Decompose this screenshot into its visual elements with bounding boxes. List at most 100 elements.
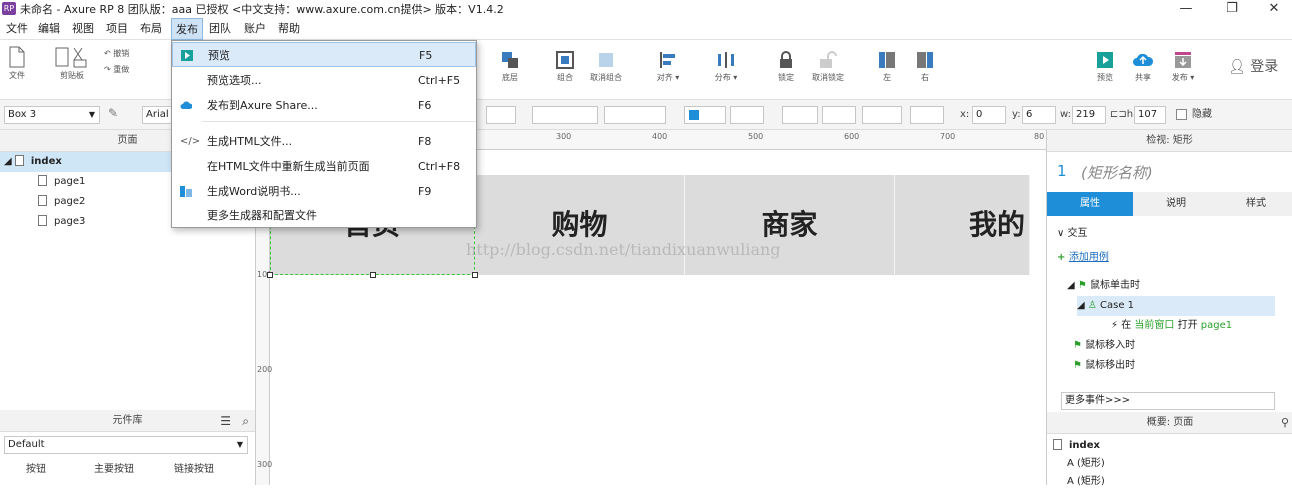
resize-handle[interactable] [267, 272, 273, 278]
w-input[interactable]: 219 [1072, 106, 1106, 124]
menu-item-publish-axure-share[interactable]: 发布到Axure Share... F6 [172, 93, 476, 118]
login-button[interactable]: 👤︎ 登录 [1228, 56, 1278, 76]
menu-item-more-generators[interactable]: 更多生成器和配置文件 [172, 203, 476, 228]
menu-edit[interactable]: 编辑 [34, 18, 64, 40]
search-icon[interactable]: ⌕ [242, 410, 249, 432]
lock-button[interactable]: 锁定 [766, 50, 806, 83]
menu-item-preview[interactable]: 预览 F5 [172, 42, 476, 67]
add-case-link[interactable]: + 添加用例 [1057, 248, 1109, 268]
shape-name-field[interactable]: (矩形名称) [1081, 162, 1153, 183]
h-input[interactable]: 107 [1134, 106, 1166, 124]
send-back-button[interactable]: 底层 [490, 50, 530, 83]
resize-handle[interactable] [370, 272, 376, 278]
interactions-section[interactable]: ∨ 交互 [1057, 224, 1088, 244]
resize-handle[interactable] [472, 272, 478, 278]
publish-button[interactable]: 发布 ▾ [1166, 50, 1200, 83]
distribute-button[interactable]: 分布 ▾ [706, 50, 746, 83]
library-select[interactable]: Default ▼ [4, 436, 248, 454]
menu-project[interactable]: 项目 [102, 18, 132, 40]
line-color-button[interactable] [782, 106, 818, 124]
more-events-select[interactable]: 更多事件>>> [1061, 392, 1275, 410]
nav-item-merchant[interactable]: 商家 [685, 175, 895, 275]
x-label: x: [960, 109, 970, 120]
undo-button[interactable]: ↶ 撤销 [104, 48, 144, 59]
expand-arrow-icon[interactable]: ◢ [4, 156, 15, 167]
group-button[interactable]: 组合 [548, 50, 582, 83]
event-mouse-leave[interactable]: ⚑ 鼠标移出时 [1073, 356, 1135, 376]
ruler-label: 400 [652, 132, 668, 141]
arrow-style-button[interactable] [910, 106, 944, 124]
w-value: 219 [1076, 109, 1096, 120]
close-button[interactable]: ✕ [1254, 0, 1292, 18]
outline-item-label: (矩形) [1077, 476, 1105, 487]
outline-title: 概要: 页面 [1146, 417, 1194, 428]
nav-item-mine[interactable]: 我的 [895, 175, 1030, 275]
format-painter-icon[interactable]: ✎ [108, 106, 118, 120]
h-label: ⊏⊐h: [1110, 106, 1136, 124]
undo-label: 撤销 [113, 49, 130, 58]
case-row[interactable]: ◢ ♙ Case 1 [1077, 296, 1275, 316]
y-input[interactable]: 6 [1022, 106, 1056, 124]
share-label: 共享 [1135, 73, 1151, 82]
hidden-checkbox[interactable] [1176, 109, 1187, 120]
send-back-label: 底层 [502, 73, 518, 82]
group-icon [556, 51, 574, 69]
menu-account[interactable]: 账户 [240, 18, 270, 40]
redo-button[interactable]: ↷ 重做 [104, 64, 144, 75]
library-item[interactable]: 主要按钮 [94, 460, 134, 475]
menu-item-generate-word[interactable]: 生成Word说明书... F9 [172, 179, 476, 204]
line-width-button[interactable] [822, 106, 856, 124]
outline-item[interactable]: A (矩形) [1067, 454, 1105, 474]
fill-color-button[interactable] [684, 106, 726, 124]
clipboard-group[interactable]: 剪贴板 [52, 46, 92, 81]
vertical-align-group[interactable] [604, 106, 666, 124]
align-label: 对齐 ▾ [656, 73, 680, 82]
menu-help[interactable]: 帮助 [274, 18, 304, 40]
nav-item-shopping[interactable]: 购物 [475, 175, 685, 275]
shadow-button[interactable] [730, 106, 764, 124]
unlock-button[interactable]: 取消锁定 [806, 50, 850, 83]
minimize-button[interactable]: — [1166, 0, 1206, 18]
outline-root[interactable]: index [1053, 436, 1100, 456]
interactions-label: 交互 [1067, 228, 1088, 239]
tab-notes[interactable]: 说明 [1133, 192, 1219, 216]
tab-style[interactable]: 样式 [1219, 192, 1292, 216]
lock-ratio-icon[interactable]: ⊏⊐ [1110, 109, 1127, 120]
right-panel-button[interactable]: 右 [910, 50, 940, 83]
align-button[interactable]: 对齐 ▾ [648, 50, 688, 83]
x-value: 0 [976, 109, 983, 120]
library-item[interactable]: 链接按钮 [174, 460, 214, 475]
x-input[interactable]: 0 [972, 106, 1006, 124]
share-button[interactable]: 共享 [1128, 50, 1158, 83]
page-icon [1053, 439, 1062, 450]
tab-properties[interactable]: 属性 [1047, 192, 1133, 216]
action-row[interactable]: ⚡ 在 当前窗口 打开 page1 [1111, 316, 1232, 336]
event-on-click[interactable]: ◢ ⚑ 鼠标单击时 [1067, 276, 1140, 296]
outline-header: 概要: 页面 ⚲ [1047, 412, 1292, 434]
outline-item[interactable]: A (矩形) [1067, 472, 1105, 492]
menu-item-regenerate-page[interactable]: 在HTML文件中重新生成当前页面 Ctrl+F8 [172, 154, 476, 179]
window-title: 未命名 - Axure RP 8 团队版：aaa 已授权 <中文支持：www.a… [20, 3, 504, 16]
left-panel-button[interactable]: 左 [872, 50, 902, 83]
line-style-button[interactable] [862, 106, 902, 124]
font-select[interactable]: Arial [142, 106, 172, 124]
menu-layout[interactable]: 布局 [136, 18, 166, 40]
menu-publish[interactable]: 发布 [171, 18, 203, 40]
menu-icon[interactable]: ☰ [220, 410, 231, 432]
menu-file[interactable]: 文件 [2, 18, 32, 40]
bullets-button[interactable] [486, 106, 516, 124]
library-item[interactable]: 按钮 [26, 460, 46, 475]
menu-item-preview-options[interactable]: 预览选项... Ctrl+F5 [172, 68, 476, 93]
menu-item-generate-html[interactable]: </> 生成HTML文件... F8 [172, 129, 476, 154]
ungroup-button[interactable]: 取消组合 [586, 50, 626, 83]
restore-button[interactable]: ❐ [1212, 0, 1252, 18]
file-button[interactable]: 文件 [4, 46, 30, 81]
menu-team[interactable]: 团队 [205, 18, 235, 40]
inspector-title: 检视: 矩形 [1146, 135, 1193, 146]
text-align-group[interactable] [532, 106, 598, 124]
event-mouse-enter[interactable]: ⚑ 鼠标移入时 [1073, 336, 1135, 356]
widget-select[interactable]: Box 3 ▼ [4, 106, 100, 124]
toolbar-preview-button[interactable]: 预览 [1090, 50, 1120, 83]
filter-icon[interactable]: ⚲ [1281, 412, 1289, 434]
menu-view[interactable]: 视图 [68, 18, 98, 40]
